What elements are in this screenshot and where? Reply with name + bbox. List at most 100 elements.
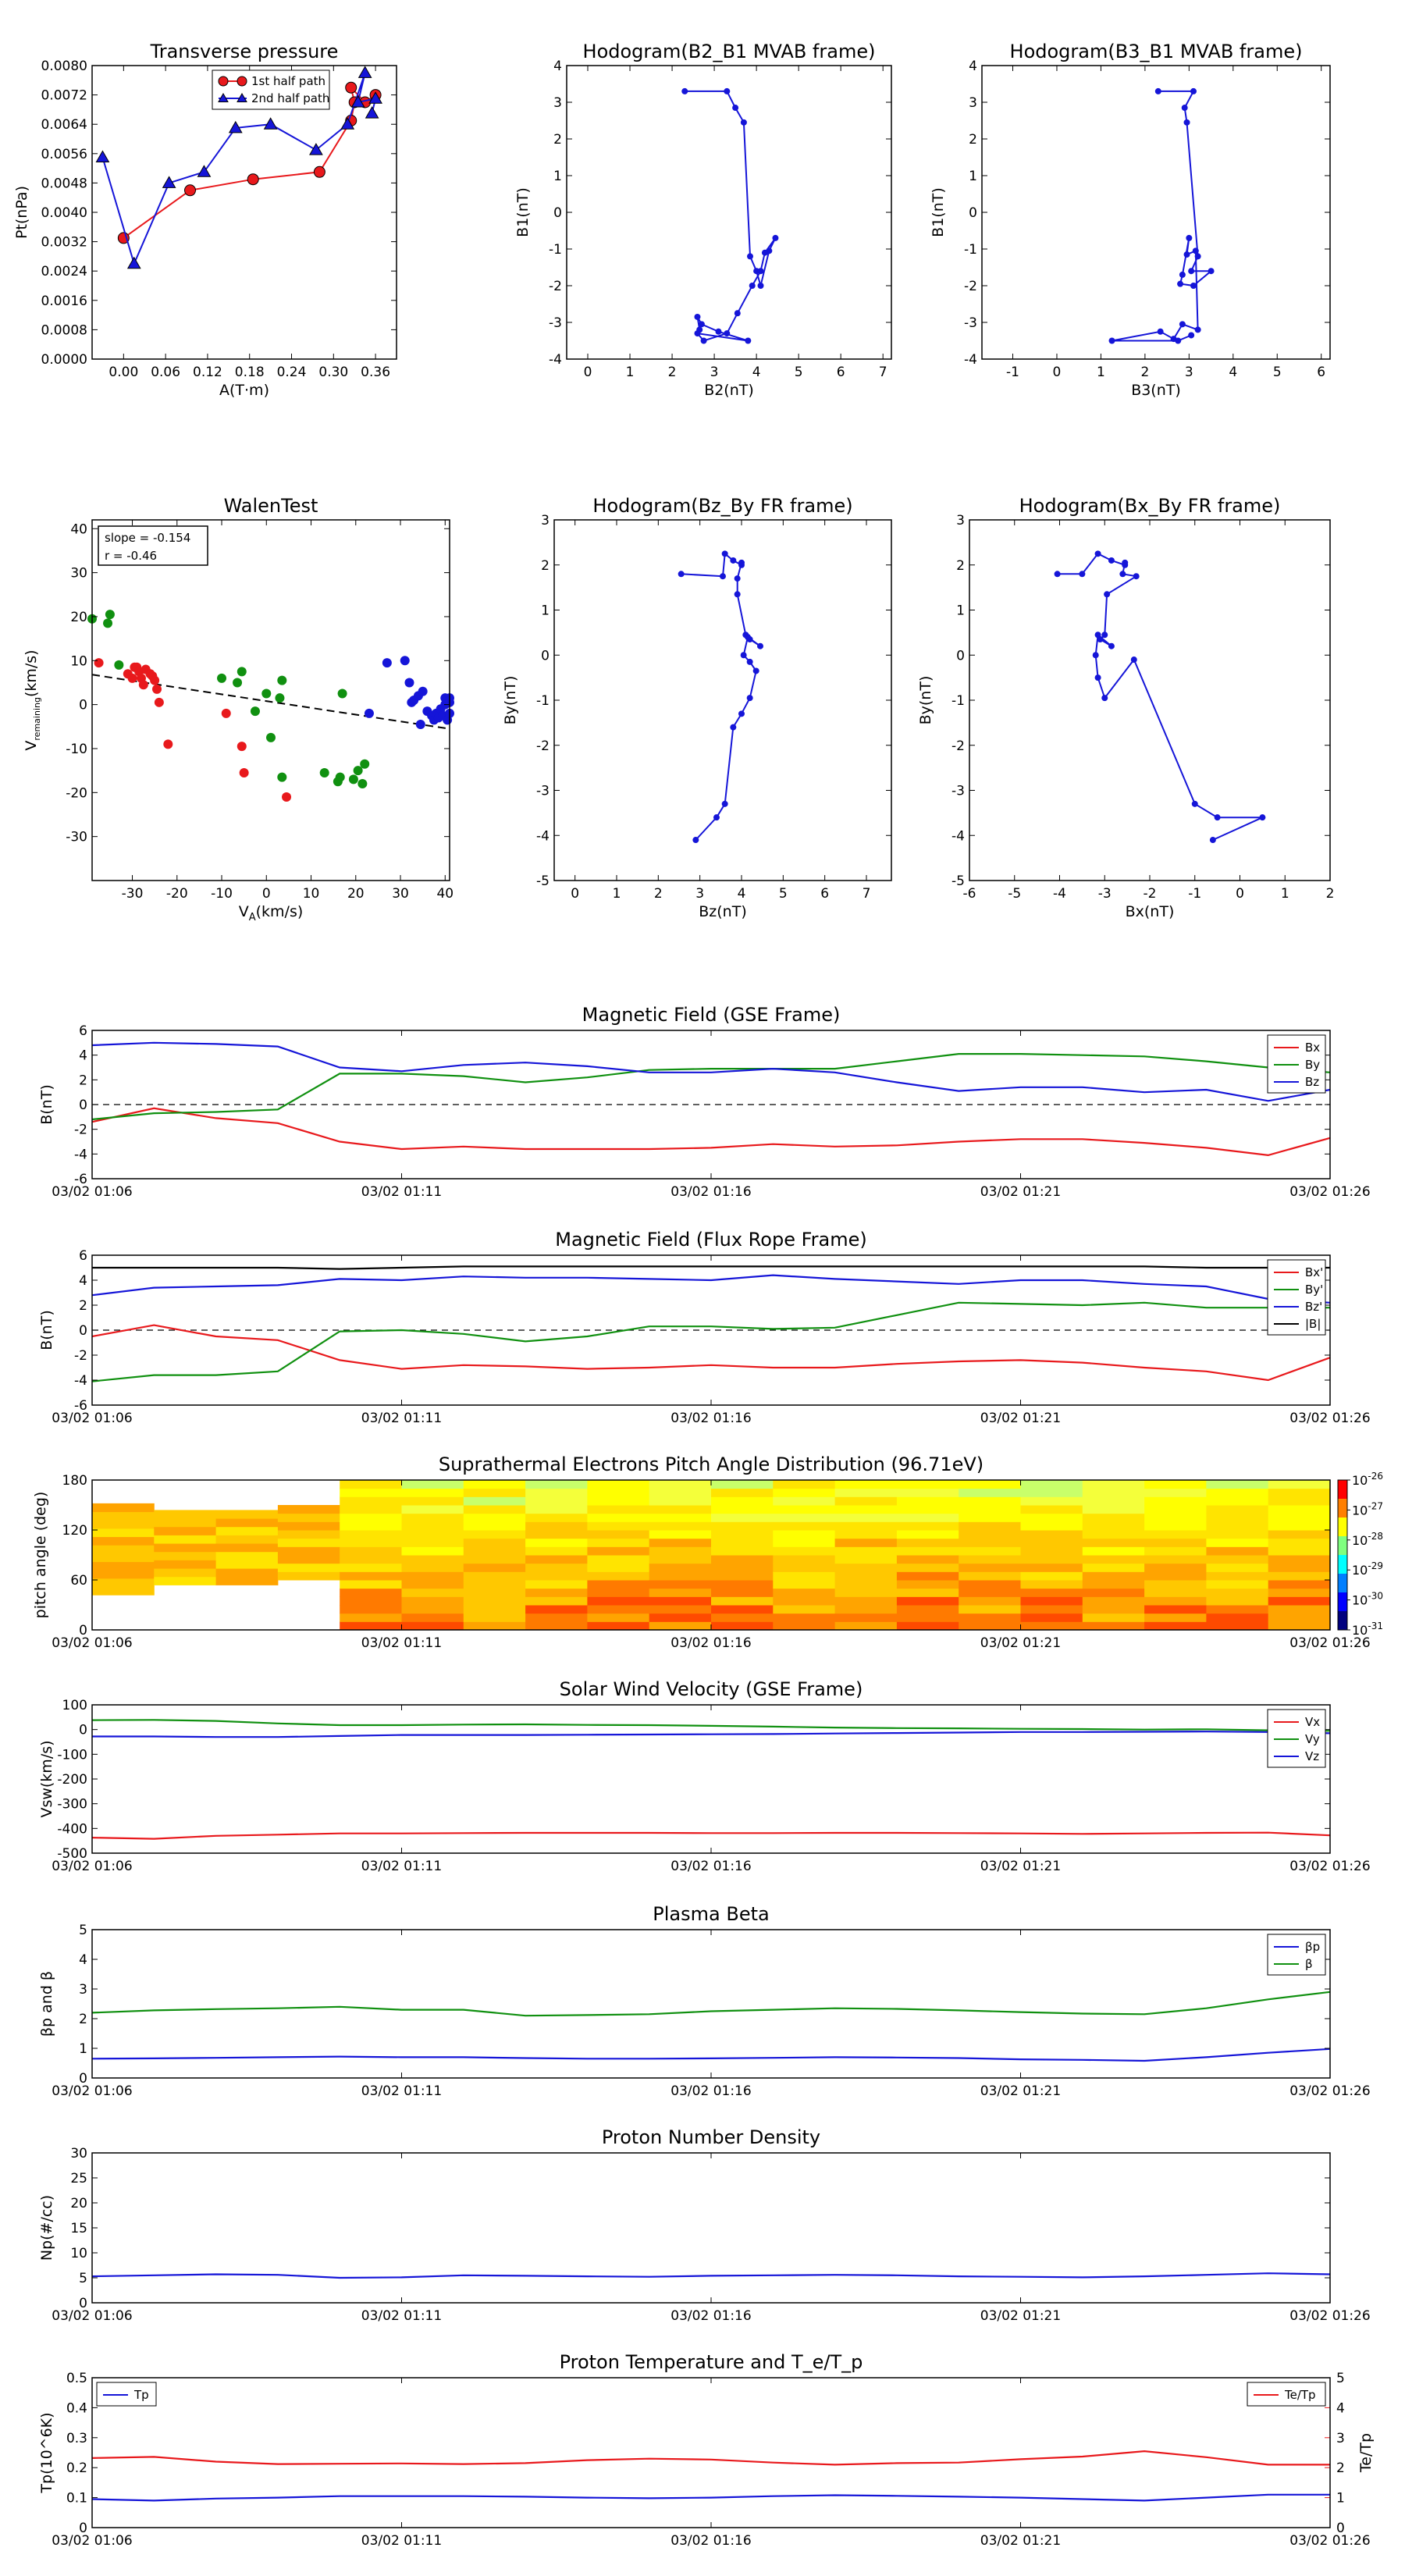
heatmap-cell	[1020, 1563, 1083, 1572]
heatmap-cell	[154, 1535, 217, 1544]
heatmap-cell	[649, 1613, 712, 1622]
heatmap-cell	[711, 1496, 774, 1506]
y2-tick-label: 3	[1336, 2431, 1345, 2446]
heatmap-cell	[1082, 1496, 1145, 1506]
heatmap-cell	[340, 1546, 402, 1556]
y-tick-label: 180	[62, 1473, 87, 1489]
heatmap-cell	[154, 1551, 217, 1560]
y-tick-label: 0.0024	[41, 264, 87, 279]
heatmap-cell	[1020, 1555, 1083, 1564]
data-point	[309, 143, 323, 155]
heatmap-cell	[92, 1586, 155, 1596]
x-tick-label: 6	[837, 365, 845, 380]
data-point	[382, 658, 392, 668]
heatmap-cell	[525, 1480, 588, 1489]
y-tick-label: 0.0048	[41, 176, 87, 191]
heatmap-cell	[1268, 1496, 1331, 1506]
heatmap-cell	[92, 1545, 155, 1554]
y-tick-label: 0	[79, 2296, 87, 2311]
data-point	[348, 774, 358, 785]
heatmap-cell	[1144, 1488, 1207, 1497]
series-line	[91, 1041, 1331, 1102]
annotation-slope: slope = -0.154	[105, 531, 190, 545]
heatmap-cell	[834, 1596, 898, 1606]
legend: βp β	[1267, 1934, 1326, 1976]
heatmap-cell	[773, 1546, 836, 1556]
y-tick-label: -400	[57, 1821, 87, 1837]
data-point	[218, 76, 229, 87]
h4-hodogram: -6 -5 -4 -3 -2 -1 0 1 2-5-4-3-2-10123Hodogram(Bx…	[917, 495, 1334, 920]
heatmap-cell	[154, 1510, 217, 1519]
y-tick-label: 4	[79, 1273, 87, 1289]
x-tick-label: -4	[1053, 886, 1066, 902]
chart-title: Proton Temperature and T_e/T_p	[560, 2351, 863, 2373]
x-axis-label: A(T·m)	[219, 382, 269, 399]
chart-title: WalenTest	[224, 495, 318, 517]
data-point	[746, 695, 753, 702]
heatmap-cell	[463, 1605, 526, 1614]
data-point	[404, 678, 414, 688]
heatmap-cell	[959, 1621, 1021, 1631]
heatmap-cell	[1206, 1613, 1269, 1622]
x-tick-label: 03/02 01:06	[52, 2533, 132, 2549]
y-tick-label: 3	[79, 1982, 87, 1998]
y-tick-label: -10	[66, 742, 87, 757]
y-axis-label: By(nT)	[502, 676, 519, 725]
series-line	[91, 1301, 1330, 1382]
heatmap-cell	[959, 1480, 1021, 1489]
heatmap-cell	[401, 1546, 464, 1556]
x-tick-label: 03/02 01:11	[361, 1859, 442, 1874]
x-tick-label: 03/02 01:16	[670, 2308, 751, 2324]
heatmap-cell	[649, 1571, 712, 1581]
legend: Vx Vy Vz	[1267, 1709, 1326, 1768]
y-tick-label: 0.0032	[41, 235, 87, 251]
data-point	[740, 119, 747, 126]
heatmap-cell	[1268, 1571, 1331, 1581]
x-tick-label: 1	[1281, 886, 1289, 902]
heatmap-cell	[277, 1538, 340, 1547]
colorbar-band	[1338, 1611, 1347, 1631]
heatmap-cell	[1082, 1588, 1145, 1597]
heatmap-cell	[525, 1596, 588, 1606]
heatmap-cell	[92, 1561, 155, 1571]
y-tick-label: 10	[70, 2246, 87, 2261]
heatmap-cell	[525, 1613, 588, 1622]
heatmap-cell	[401, 1580, 464, 1589]
legend-label: |B|	[1305, 1317, 1321, 1331]
heatmap-cell	[401, 1596, 464, 1606]
colorbar-band	[1338, 1517, 1347, 1537]
data-point	[721, 550, 728, 557]
y-tick-label: 4	[969, 59, 977, 74]
y-tick-label: 3	[956, 513, 965, 528]
heatmap-cell	[896, 1496, 959, 1506]
heatmap-cell	[1144, 1505, 1207, 1514]
heatmap-cell	[1268, 1596, 1331, 1606]
heatmap-cell	[834, 1521, 898, 1531]
heatmap-cell	[1268, 1613, 1331, 1622]
y-tick-label: -4	[549, 352, 562, 368]
y-tick-label: 120	[62, 1523, 87, 1539]
heatmap-cell	[587, 1546, 650, 1556]
heatmap-cell	[1144, 1530, 1207, 1539]
heatmap-cell	[1020, 1588, 1083, 1597]
heatmap-cell	[896, 1605, 959, 1614]
y-tick-label: -20	[66, 785, 87, 801]
data-point	[738, 710, 745, 717]
heatmap-cell	[340, 1596, 402, 1606]
heatmap-cell	[1206, 1538, 1269, 1547]
data-point	[1194, 326, 1201, 333]
heatmap-cell	[1144, 1555, 1207, 1564]
heatmap-cell	[711, 1588, 774, 1597]
y-tick-label: 2	[541, 558, 550, 574]
heatmap-cell	[1206, 1480, 1269, 1489]
heatmap-cell	[1020, 1596, 1083, 1606]
heatmap-cell	[834, 1613, 898, 1622]
data-point	[692, 837, 699, 844]
y-tick-label: -4	[536, 828, 550, 844]
y2-axis-label: Te/Tp	[1357, 2433, 1375, 2473]
heatmap-cell	[649, 1488, 712, 1497]
x-tick-label: 5	[1273, 365, 1282, 380]
heatmap-cell	[649, 1546, 712, 1556]
data-point	[1092, 652, 1099, 659]
x-tick-label: 0.24	[277, 365, 307, 380]
